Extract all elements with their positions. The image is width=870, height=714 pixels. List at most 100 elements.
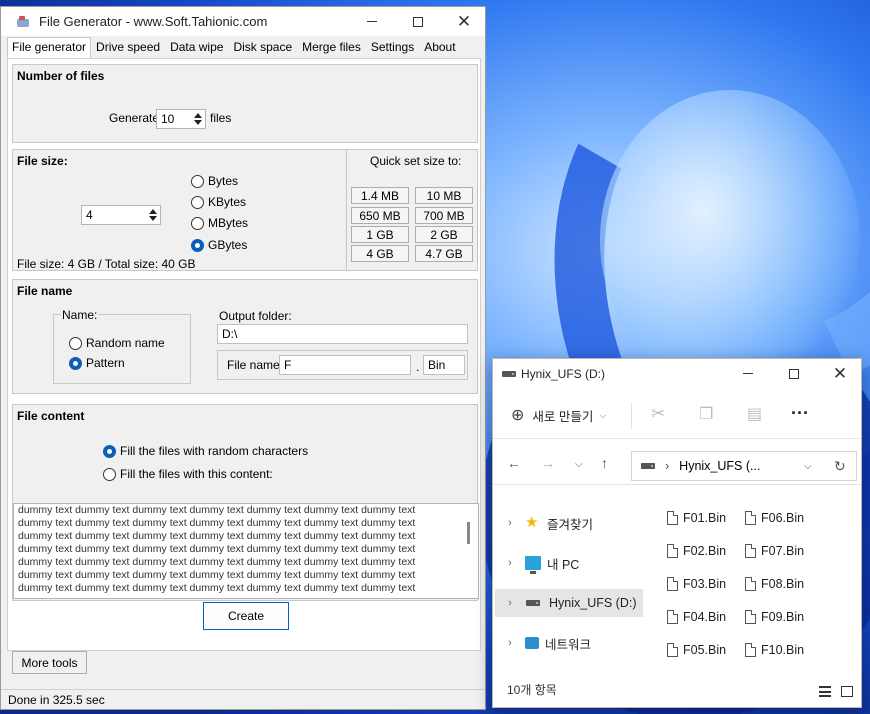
generate-label: Generate — [109, 111, 160, 125]
unit-kbytes-radio[interactable]: KBytes — [191, 195, 246, 209]
file-size-stepper[interactable]: 4 — [81, 205, 161, 225]
file-item[interactable]: F09.Bin — [745, 610, 804, 624]
create-button[interactable]: Create — [203, 602, 289, 630]
file-icon — [745, 610, 756, 624]
minimize-button[interactable] — [725, 359, 771, 388]
text-line: dummy text dummy text dummy text dummy t… — [18, 517, 416, 529]
tab-disk-space[interactable]: Disk space — [228, 37, 297, 58]
address-bar[interactable]: › Hynix_UFS (... ⌵ ↻ — [631, 451, 857, 481]
address-chevron-down-icon[interactable]: ⌵ — [804, 461, 812, 472]
maximize-button[interactable] — [771, 359, 817, 388]
file-item[interactable]: F10.Bin — [745, 643, 804, 657]
explorer-window-title: Hynix_UFS (D:) — [521, 367, 606, 381]
stepper-arrows[interactable] — [146, 206, 160, 224]
pattern-radio[interactable]: Pattern — [69, 356, 125, 370]
file-item[interactable]: F03.Bin — [667, 577, 726, 591]
more-tools-button[interactable]: More tools — [12, 651, 87, 674]
file-item[interactable]: F04.Bin — [667, 610, 726, 624]
network-icon — [525, 637, 539, 649]
expand-chevron-icon[interactable]: › — [503, 517, 517, 529]
random-name-radio[interactable]: Random name — [69, 336, 165, 350]
stepper-arrows[interactable] — [191, 110, 205, 128]
sidebar-label: 네트워크 — [545, 637, 592, 652]
file-item[interactable]: F08.Bin — [745, 577, 804, 591]
recent-chevron-icon[interactable]: ⌵ — [575, 459, 583, 470]
more-options-icon[interactable]: ··· — [791, 403, 809, 424]
divider — [346, 150, 347, 271]
new-button[interactable]: ⊕ 새로 만들기 ⌵ — [511, 405, 606, 425]
unit-mbytes-radio[interactable]: MBytes — [191, 216, 248, 230]
unit-label: KBytes — [208, 195, 247, 209]
sidebar-item-this-pc[interactable]: › 내 PC — [495, 549, 643, 577]
file-item[interactable]: F07.Bin — [745, 544, 804, 558]
breadcrumb-chevron-icon: › — [665, 459, 670, 473]
unit-gbytes-radio[interactable]: GBytes — [191, 238, 247, 252]
quick-size-button[interactable]: 4 GB — [351, 245, 409, 262]
star-icon: ★ — [525, 514, 539, 531]
custom-content-textarea[interactable]: dummy text dummy text dummy text dummy t… — [13, 503, 479, 599]
copy-icon[interactable]: ❐ — [699, 404, 713, 424]
file-name-input[interactable]: F — [279, 355, 411, 375]
expand-chevron-icon[interactable]: › — [503, 637, 517, 649]
tab-file-generator[interactable]: File generator — [7, 37, 92, 58]
radio-circle — [69, 356, 82, 370]
explorer-window: Hynix_UFS (D:) ✕ ⊕ 새로 만들기 ⌵ ✂ ❐ ▤ ··· ← … — [492, 358, 862, 708]
file-item[interactable]: F02.Bin — [667, 544, 726, 558]
back-arrow-icon[interactable]: ← — [507, 455, 521, 471]
unit-label: GBytes — [208, 238, 248, 252]
arrow-down-icon — [149, 216, 157, 221]
file-item[interactable]: F06.Bin — [745, 511, 804, 525]
file-item[interactable]: F01.Bin — [667, 511, 726, 525]
tab-data-wipe[interactable]: Data wipe — [165, 37, 228, 58]
expand-chevron-icon[interactable]: › — [503, 597, 517, 609]
unit-label: Bytes — [208, 174, 239, 188]
sidebar-item-network[interactable]: › 네트워크 — [495, 629, 643, 657]
unit-bytes-radio[interactable]: Bytes — [191, 174, 238, 188]
output-folder-input[interactable]: D:\ — [217, 324, 468, 344]
details-view-icon[interactable] — [819, 686, 831, 697]
quick-size-button[interactable]: 650 MB — [351, 207, 409, 224]
status-text: Done in 325.5 sec — [8, 692, 105, 707]
new-label: 새로 만들기 — [532, 409, 594, 424]
quick-size-button[interactable]: 4.7 GB — [415, 245, 473, 262]
address-text: Hynix_UFS (... — [679, 459, 761, 473]
drive-icon — [526, 600, 540, 606]
quick-size-button[interactable]: 700 MB — [415, 207, 473, 224]
file-count-stepper[interactable]: 10 — [156, 109, 206, 129]
close-button[interactable]: ✕ — [817, 359, 863, 388]
tab-drive-speed[interactable]: Drive speed — [91, 37, 165, 58]
file-name: F07.Bin — [761, 544, 805, 558]
file-size-group: File size: 4 Bytes KBytes MBytes GBytes … — [12, 149, 478, 271]
quick-size-button[interactable]: 1 GB — [351, 226, 409, 243]
title-bar[interactable]: File Generator - www.Soft.Tahionic.com ✕ — [1, 7, 485, 36]
divider — [631, 403, 632, 429]
file-item[interactable]: F05.Bin — [667, 643, 726, 657]
tab-settings[interactable]: Settings — [366, 37, 419, 58]
random-content-radio[interactable]: Fill the files with random characters — [103, 444, 308, 458]
tab-about[interactable]: About — [419, 37, 460, 58]
option-label: Random name — [86, 336, 165, 350]
textarea-scrollbar[interactable] — [467, 522, 470, 544]
cut-icon[interactable]: ✂ — [651, 404, 665, 424]
file-name: F08.Bin — [761, 577, 805, 591]
explorer-title-bar[interactable]: Hynix_UFS (D:) ✕ — [493, 359, 861, 389]
expand-chevron-icon[interactable]: › — [503, 557, 517, 569]
sidebar-item-hynix-drive[interactable]: › Hynix_UFS (D:) — [495, 589, 643, 617]
tiles-view-icon[interactable] — [841, 686, 853, 697]
close-button[interactable]: ✕ — [441, 7, 487, 36]
up-arrow-icon[interactable]: ↑ — [601, 455, 608, 471]
minimize-button[interactable] — [349, 7, 395, 36]
sidebar-item-favorites[interactable]: › ★ 즐겨찾기 — [495, 509, 643, 537]
forward-arrow-icon[interactable]: → — [541, 455, 555, 471]
tab-merge-files[interactable]: Merge files — [297, 37, 366, 58]
extension-input[interactable]: Bin — [423, 355, 465, 375]
custom-content-radio[interactable]: Fill the files with this content: — [103, 467, 273, 481]
name-label: Name: — [61, 308, 99, 322]
refresh-icon[interactable]: ↻ — [834, 458, 846, 475]
quick-size-button[interactable]: 1.4 MB — [351, 187, 409, 204]
maximize-button[interactable] — [395, 7, 441, 36]
quick-size-button[interactable]: 2 GB — [415, 226, 473, 243]
radio-circle — [103, 444, 116, 458]
quick-size-button[interactable]: 10 MB — [415, 187, 473, 204]
paste-icon[interactable]: ▤ — [747, 404, 762, 424]
